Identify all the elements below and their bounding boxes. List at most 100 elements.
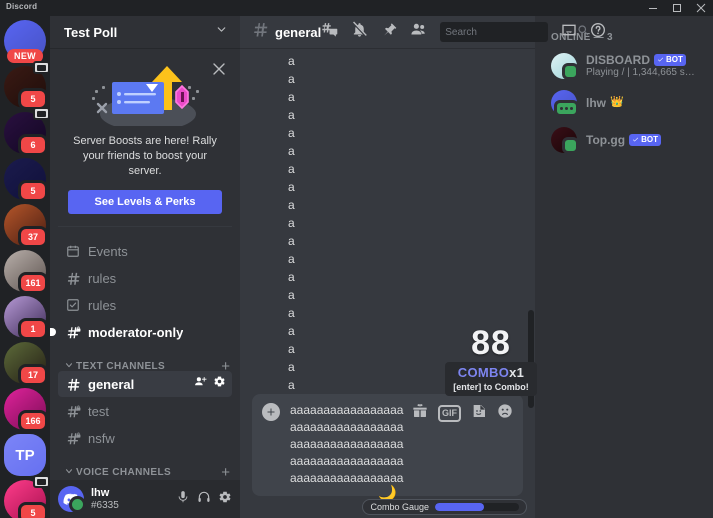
crown-icon: 👑: [610, 96, 624, 109]
user-name: lhw: [91, 487, 110, 500]
server-icon[interactable]: TP: [4, 434, 46, 476]
bot-tag: BOT: [629, 134, 661, 146]
headset-icon[interactable]: [197, 490, 211, 509]
server-icon[interactable]: 161: [4, 250, 48, 294]
composer-area: aaaaaaaaaaaaaaaaaaaaaaaaaaaaaaaaaaaaaaaa…: [240, 394, 535, 502]
guild-name: Test Poll: [64, 24, 118, 40]
hash-lock-icon: [66, 431, 84, 446]
sidebar-channel-Events[interactable]: Events: [58, 238, 232, 264]
message-item: a: [288, 108, 295, 122]
message-scrollbar[interactable]: [528, 52, 534, 410]
see-levels-and-perks-button[interactable]: See Levels & Perks: [68, 190, 222, 214]
channel-actions: [194, 375, 226, 393]
message-item: a: [288, 54, 295, 68]
sidebar-channel-nsfw[interactable]: nsfw: [58, 425, 232, 451]
chat-header-actions: [321, 21, 606, 43]
message-item: a: [288, 360, 295, 374]
threads-icon[interactable]: [321, 21, 338, 43]
guild-header[interactable]: Test Poll: [50, 16, 240, 48]
search-icon[interactable]: [577, 23, 589, 41]
channel-category-text-channels[interactable]: TEXT CHANNELS +: [50, 346, 240, 374]
sidebar-channel-general[interactable]: general: [58, 371, 232, 397]
emoji-icon[interactable]: [497, 403, 513, 424]
avatar: [551, 90, 579, 117]
chat-area: general Search a a a a a a a a a a a a a…: [240, 16, 606, 518]
unread-badge: 17: [18, 364, 48, 386]
message-composer[interactable]: aaaaaaaaaaaaaaaaaaaaaaaaaaaaaaaaaaaaaaaa…: [252, 394, 523, 502]
member-info: DISBOARDBOTPlaying / | 1,344,665 servers: [586, 53, 697, 79]
server-icon[interactable]: 6: [4, 107, 50, 156]
channel-label: rules: [88, 270, 117, 286]
server-icon[interactable]: 5: [4, 475, 50, 518]
unread-badge: 6: [18, 134, 48, 156]
chat-header: general: [240, 16, 606, 48]
unread-badge: 161: [18, 272, 48, 294]
message-list[interactable]: aaaaaaaaaaaaaaaaaaaa: [240, 48, 535, 414]
member-name: lhw: [586, 95, 606, 110]
gear-icon[interactable]: [218, 490, 232, 509]
gift-icon[interactable]: [412, 403, 428, 424]
message-item: a: [288, 306, 295, 320]
message-item: a: [288, 162, 295, 176]
chevron-down-icon[interactable]: [215, 23, 228, 41]
sidebar-channel-rules[interactable]: rules: [58, 292, 232, 318]
invite-icon[interactable]: [194, 375, 207, 393]
message-item: a: [288, 324, 295, 338]
status-badge: [554, 100, 579, 117]
member-list-item[interactable]: lhw 👑: [543, 85, 705, 121]
unread-badge: 5: [18, 502, 48, 518]
sidebar-channel-rules[interactable]: rules: [58, 265, 232, 291]
message-input[interactable]: aaaaaaaaaaaaaaaaaaaaaaaaaaaaaaaaaaaaaaaa…: [290, 402, 404, 488]
member-list-body: DISBOARDBOTPlaying / | 1,344,665 servers…: [535, 48, 713, 158]
server-icon[interactable]: 166: [4, 388, 48, 432]
screenshare-icon: [33, 107, 50, 120]
message-item: a: [288, 90, 295, 104]
message-item: a: [288, 288, 295, 302]
server-icon[interactable]: 37: [4, 204, 48, 248]
member-info: lhw 👑: [586, 96, 624, 110]
plus-circle-icon[interactable]: [262, 403, 280, 421]
channel-label: general: [88, 376, 135, 392]
avatar[interactable]: [58, 486, 86, 513]
help-icon[interactable]: [590, 22, 606, 43]
server-icon[interactable]: NEW: [4, 20, 46, 63]
gear-icon[interactable]: [213, 375, 226, 393]
avatar: [551, 53, 579, 80]
member-activity: Playing / | 1,344,665 servers: [586, 67, 697, 79]
search-input[interactable]: [440, 22, 589, 42]
close-button[interactable]: [689, 0, 713, 16]
server-icon[interactable]: 5: [4, 61, 50, 110]
member-list-item[interactable]: DISBOARDBOTPlaying / | 1,344,665 servers: [543, 48, 705, 84]
sticker-icon[interactable]: [471, 403, 487, 424]
member-name-row: lhw 👑: [586, 96, 624, 110]
close-icon[interactable]: [210, 60, 228, 78]
server-icon[interactable]: 5: [4, 158, 48, 202]
user-tag: #6335: [91, 499, 119, 511]
message-item: a: [288, 216, 295, 230]
screenshare-icon: [33, 475, 50, 488]
channel-category-voice-channels[interactable]: VOICE CHANNELS +: [50, 452, 240, 480]
server-icon[interactable]: 1: [4, 296, 48, 340]
server-icon[interactable]: 17: [4, 342, 48, 386]
window-title-bar: Discord: [0, 0, 713, 16]
message-item: a: [288, 198, 295, 212]
microphone-icon[interactable]: [176, 490, 190, 509]
notification-off-icon[interactable]: [351, 21, 368, 43]
search-field[interactable]: [445, 26, 578, 38]
member-list-item[interactable]: Top.gg BOT: [543, 122, 705, 158]
sidebar-channel-test[interactable]: test: [58, 398, 232, 424]
boost-illustration: [68, 64, 222, 126]
sidebar-channel-moderator-only[interactable]: moderator-only: [48, 319, 232, 345]
hash-icon: [66, 377, 84, 392]
server-rail[interactable]: NEW56537161117166TP51NEW: [0, 0, 50, 518]
inbox-icon[interactable]: [561, 22, 577, 43]
pin-icon[interactable]: [381, 22, 397, 43]
message-item: a: [288, 180, 295, 194]
unread-badge: 166: [18, 410, 48, 432]
members-icon[interactable]: [410, 21, 427, 43]
unread-badge: 37: [18, 226, 48, 248]
message-item: a: [288, 126, 295, 140]
maximize-button[interactable]: [665, 0, 689, 16]
minimize-button[interactable]: [641, 0, 665, 16]
gif-button[interactable]: GIF: [438, 405, 461, 422]
